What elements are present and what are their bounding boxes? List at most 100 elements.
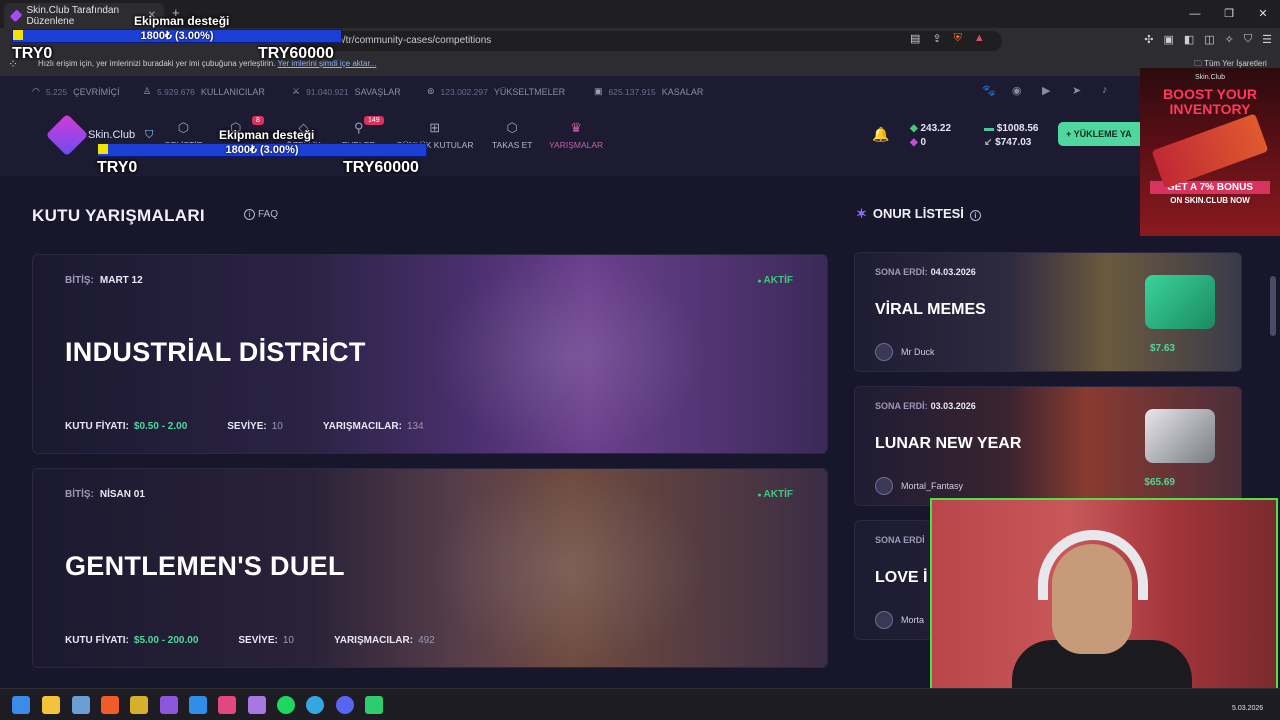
level-info: SEVİYE: 10 [227, 421, 283, 432]
file-explorer-icon[interactable] [42, 696, 60, 714]
competition-meta: KUTU FİYATI: $5.00 - 200.00 SEVİYE: 10 YAR… [65, 635, 435, 646]
visual-studio-icon[interactable] [160, 696, 178, 714]
vscode-icon[interactable] [189, 696, 207, 714]
honor-card[interactable]: SONA ERDİ: 04.03.2026 VİRAL MEMES Mr Duck… [854, 252, 1242, 372]
donation-goal-overlay-bottom: Ekipman desteği 1800₺ (3.00%) TRY0 TRY60… [97, 128, 427, 178]
url-field[interactable]: skin.club/tr/community-cases/competition… [290, 31, 1002, 51]
honor-ended: SONA ERDİ: 03.03.2026 [875, 401, 976, 411]
goal-title: Ekipman desteği [134, 14, 230, 28]
info-icon[interactable]: i [969, 210, 981, 221]
tiktok-icon[interactable]: ♪ [1102, 84, 1108, 96]
ad-headline: BOOST YOUR INVENTORY [1163, 86, 1257, 117]
honor-winner: Mr Duck [875, 343, 935, 361]
level-value: 10 [282, 635, 294, 646]
app-icon[interactable] [130, 696, 148, 714]
site-stats-bar: ◠ 5.225 ÇEVRİMİÇİ ♙ 5.929.676 KULLANICIL… [0, 76, 1280, 106]
status-badge: AKTİF [757, 275, 793, 286]
discord-icon[interactable] [336, 696, 354, 714]
stat-battles: ⚔ 91.040.921 SAVAŞLAR [292, 86, 401, 97]
stat-value: 123.002.297 [440, 86, 488, 97]
telegram-icon[interactable] [306, 696, 324, 714]
webcam-overlay [930, 498, 1278, 696]
vpn-icon[interactable]: ⛉ [1244, 33, 1252, 46]
honor-prize: $7.63 [1149, 343, 1175, 354]
ended-date: 04.03.2026 [930, 267, 976, 277]
app2-icon[interactable] [248, 696, 266, 714]
close-window-icon[interactable]: ✕ [1246, 0, 1280, 28]
signal-icon: ◠ [32, 86, 40, 96]
brave-shield-icon[interactable]: ⛨ [954, 32, 962, 45]
players-label: YARIŞMACILAR: [322, 421, 402, 432]
steam-icon[interactable]: 🐾 [982, 84, 996, 97]
donation-goal-overlay-top: Ekipman desteği 1800₺ (3.00%) TRY0 TRY60… [12, 14, 342, 64]
youtube-icon[interactable]: ▶ [1042, 84, 1050, 97]
price-label: KUTU FİYATI: [65, 635, 129, 646]
ad-brand: Skin.Club [1195, 74, 1225, 81]
end-label: BİTİŞ: [65, 489, 94, 500]
page-scrollbar[interactable] [1270, 276, 1276, 336]
notification-bell-icon[interactable]: 🔔 [872, 126, 889, 143]
share-icon[interactable]: ⇪ [932, 32, 941, 45]
stat-label: SAVAŞLAR [354, 86, 401, 97]
price-info: KUTU FİYATI: $5.00 - 200.00 [65, 635, 198, 646]
stat-online: ◠ 5.225 ÇEVRİMİÇİ [32, 86, 120, 97]
honor-prize: $65.69 [1144, 477, 1175, 488]
competition-end: BİTİŞ: MART 12 [65, 275, 143, 286]
upgrade-icon: ⊚ [427, 86, 435, 96]
reader-icon[interactable]: ▤ [910, 32, 920, 45]
instagram-icon[interactable] [218, 696, 236, 714]
wallet-icon[interactable]: ◫ [1204, 33, 1214, 46]
menu-icon[interactable]: ☰ [1262, 33, 1272, 46]
ended-label: SONA ERDİ: [875, 401, 928, 411]
nav-trade[interactable]: ⬡ TAKAS ET [492, 120, 532, 150]
players-info: YARIŞMACILAR: 134 [323, 421, 424, 432]
start-icon[interactable] [12, 696, 30, 714]
streaming-app-icon[interactable] [365, 696, 383, 714]
honor-winner: Morta [875, 611, 924, 629]
user-icon: ♙ [143, 86, 152, 96]
winner-name: Mortal_Fantasy [901, 481, 964, 491]
tabs-icon[interactable]: ▣ [1163, 33, 1173, 46]
discord-icon[interactable]: ◉ [1012, 84, 1022, 97]
nav-competitions[interactable]: ♛ YARIŞMALAR [549, 120, 603, 150]
extensions-icon[interactable]: ✣ [1144, 33, 1153, 46]
minimize-icon[interactable]: — [1178, 0, 1212, 28]
photos-icon[interactable] [72, 696, 90, 714]
ad-subtext: ON SKIN.CLUB NOW [1170, 196, 1250, 205]
leo-icon[interactable]: ✧ [1225, 33, 1234, 46]
restore-icon[interactable]: ❐ [1212, 0, 1246, 28]
honor-ended: SONA ERDİ [875, 535, 928, 545]
honor-winner: Mortal_Fantasy [875, 477, 963, 495]
competition-card[interactable]: BİTİŞ:MART 12 AKTİF INDUSTRİAL DİSTRİCT … [32, 254, 828, 454]
case-image [1145, 275, 1215, 329]
window-controls: — ❐ ✕ [1178, 0, 1280, 28]
competition-meta: KUTU FİYATI: $0.50 - 2.00 SEVİYE: 10 YARIŞ… [65, 421, 424, 432]
spotify-icon[interactable] [277, 696, 295, 714]
nav-label: YARIŞMALAR [549, 140, 604, 150]
faq-label: FAQ [258, 209, 279, 220]
stat-cases: ▣ 625.137.915 KASALAR [594, 86, 703, 97]
brave-icon[interactable] [101, 696, 119, 714]
status-badge: AKTİF [757, 489, 793, 500]
wallet-balance[interactable]: $1008.56 $747.03 [984, 122, 1038, 150]
promo-ad[interactable]: Skin.Club BOOST YOUR INVENTORY GET A 7% … [1140, 68, 1280, 236]
sidebar-icon[interactable]: ◧ [1184, 33, 1194, 46]
avatar [875, 477, 893, 495]
level-info: SEVİYE: 10 [238, 635, 294, 646]
coin-balances: 243.22 0 [910, 122, 951, 150]
stat-value: 5.225 [45, 86, 68, 97]
competition-card[interactable]: BİTİŞ: NİSAN 01 AKTİF GENTLEMEN'S DUEL KU… [32, 468, 828, 668]
deposit-button[interactable]: + YÜKLEME YA [1058, 122, 1148, 146]
telegram-icon[interactable]: ➤ [1072, 84, 1081, 97]
faq-link[interactable]: i FAQ [244, 209, 278, 220]
headset-icon [1038, 530, 1148, 600]
honor-card[interactable]: SONA ERDİ: 03.03.2026 LUNAR NEW YEAR Mort… [854, 386, 1242, 506]
level-label: SEVİYE: [227, 421, 267, 432]
rewards-icon[interactable]: ▲ [974, 32, 985, 45]
page-title: KUTU YARIŞMALARI [32, 206, 205, 225]
honor-ended: SONA ERDİ: 04.03.2026 [875, 267, 976, 277]
goal-progress-text: 1800₺ (3.00%) [140, 30, 214, 42]
price-info: KUTU FİYATI: $0.50 - 2.00 [65, 421, 187, 432]
stat-upgrades: ⊚ 123.002.297 YÜKSELTMELER [427, 86, 565, 97]
honor-title-text: ONUR LİSTESİ [872, 206, 964, 221]
